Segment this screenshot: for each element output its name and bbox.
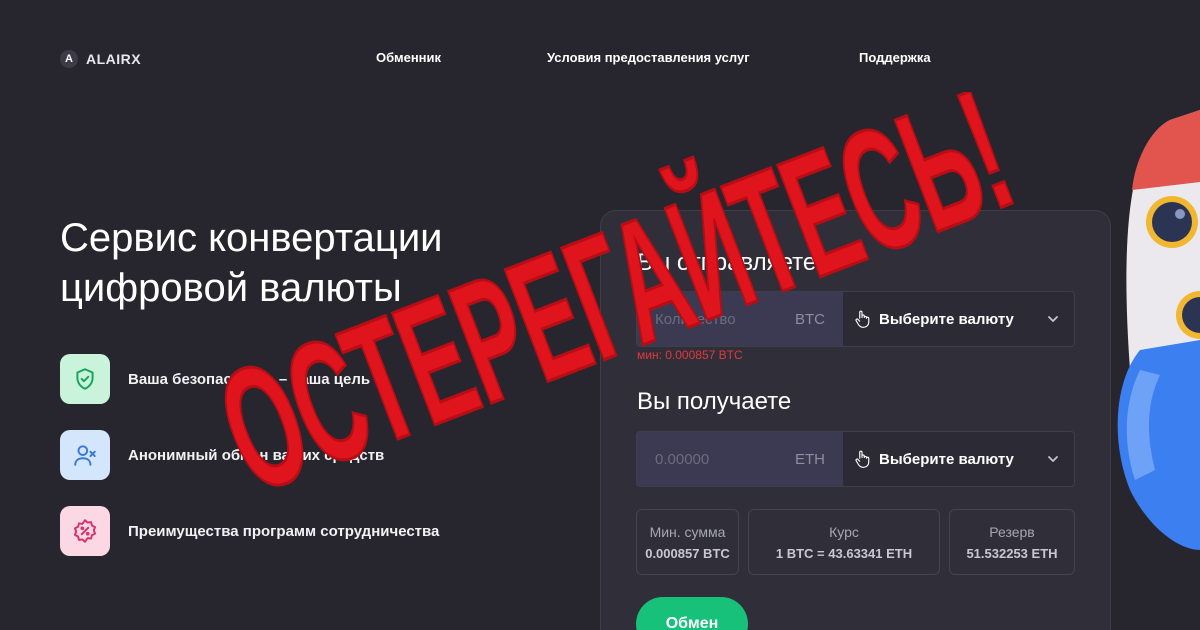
stat-label: Мин. сумма — [649, 523, 726, 540]
stat-label: Резерв — [989, 523, 1035, 540]
send-currency-select[interactable]: Выберите валюту — [843, 292, 1074, 346]
stat-value: 51.532253 ETH — [966, 545, 1058, 561]
send-amount-box: BTC — [637, 292, 843, 346]
feature-label: Ваша безопасность – наша цель — [128, 370, 371, 388]
stat-reserve: Резерв 51.532253 ETH — [949, 509, 1075, 575]
chevron-down-icon — [1048, 316, 1058, 322]
send-currency-code: BTC — [795, 310, 825, 328]
send-min-note: мин: 0.000857 BTC — [637, 348, 743, 362]
percent-badge-icon — [60, 506, 110, 556]
feature-item-security: Ваша безопасность – наша цель — [60, 354, 370, 404]
hand-pointer-icon — [855, 450, 870, 468]
receive-select-label: Выберите валюту — [879, 450, 1014, 468]
receive-heading: Вы получаете — [637, 388, 792, 415]
send-select-label: Выберите валюту — [879, 310, 1014, 328]
stat-rate: Курс 1 BTC = 43.63341 ETH — [748, 509, 940, 575]
exchange-submit-button[interactable]: Обмен — [636, 597, 748, 630]
nav-link-support[interactable]: Поддержка — [859, 50, 931, 65]
nav-link-exchanger[interactable]: Обменник — [376, 50, 441, 65]
stat-label: Курс — [829, 523, 859, 540]
feature-label: Преимущества программ сотрудничества — [128, 522, 440, 540]
exchange-card: Вы отправляете BTC Выберите валюту мин: … — [600, 210, 1111, 630]
receive-currency-select[interactable]: Выберите валюту — [843, 432, 1074, 486]
send-heading: Вы отправляете — [637, 249, 817, 276]
chevron-down-icon — [1048, 456, 1058, 462]
send-field: BTC Выберите валюту — [636, 291, 1075, 347]
receive-currency-code: ETH — [795, 450, 825, 468]
stat-value: 1 BTC = 43.63341 ETH — [775, 545, 913, 561]
receive-amount-input[interactable] — [655, 450, 765, 468]
user-x-icon — [60, 430, 110, 480]
feature-label: Анонимный обмен ваших средств — [128, 446, 385, 464]
receive-amount-box: ETH — [637, 432, 843, 486]
rocket-illustration — [1117, 110, 1200, 550]
hero-title: Сервис конвертации цифровой валюты — [60, 216, 443, 310]
stat-value: 0.000857 BTC — [645, 545, 730, 561]
hand-pointer-icon — [855, 310, 870, 328]
brand-name: ALAIRX — [86, 51, 142, 67]
receive-field: ETH Выберите валюту — [636, 431, 1075, 487]
shield-check-icon — [60, 354, 110, 404]
feature-item-anonymous: Анонимный обмен ваших средств — [60, 430, 384, 480]
nav-link-terms[interactable]: Условия предоставления услуг — [547, 50, 750, 65]
feature-item-partnership: Преимущества программ сотрудничества — [60, 506, 439, 556]
brand-logo[interactable]: A ALAIRX — [60, 50, 141, 68]
stat-min-amount: Мин. сумма 0.000857 BTC — [636, 509, 739, 575]
logo-mark: A — [60, 50, 78, 68]
send-amount-input[interactable] — [655, 310, 765, 328]
